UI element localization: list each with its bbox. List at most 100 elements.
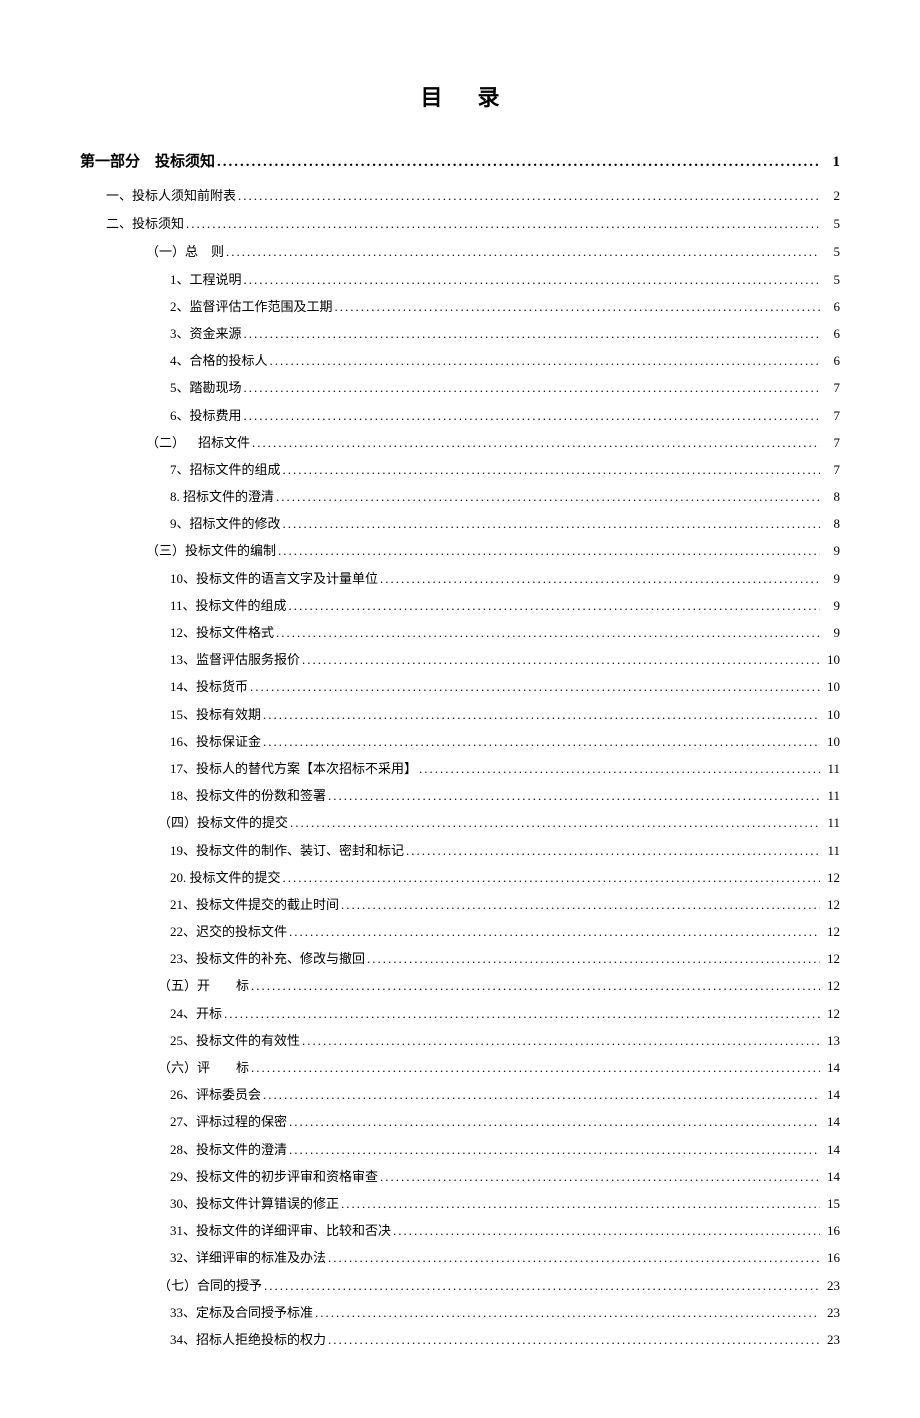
toc-entry-label: 一、投标人须知前附表 bbox=[106, 187, 236, 205]
toc-entry-page: 6 bbox=[822, 352, 840, 370]
toc-leader-dots bbox=[250, 678, 820, 696]
toc-entry: 3、资金来源6 bbox=[80, 325, 840, 343]
toc-entry-page: 11 bbox=[822, 760, 840, 778]
toc-entry-label: 2、监督评估工作范围及工期 bbox=[170, 298, 333, 316]
toc-leader-dots bbox=[244, 325, 820, 343]
toc-entry-label: 6、投标费用 bbox=[170, 407, 242, 425]
toc-entry-label: 17、投标人的替代方案【本次招标不采用】 bbox=[170, 760, 417, 778]
toc-entry-page: 7 bbox=[822, 434, 840, 452]
toc-entry: 31、投标文件的详细评审、比较和否决16 bbox=[80, 1222, 840, 1240]
toc-entry-page: 12 bbox=[822, 896, 840, 914]
toc-leader-dots bbox=[244, 271, 820, 289]
toc-entry-page: 10 bbox=[822, 706, 840, 724]
toc-entry-page: 9 bbox=[822, 542, 840, 560]
toc-leader-dots bbox=[264, 1277, 820, 1295]
toc-leader-dots bbox=[289, 923, 820, 941]
toc-entry-page: 11 bbox=[822, 787, 840, 805]
toc-entry-page: 14 bbox=[822, 1059, 840, 1077]
toc-entry-label: 29、投标文件的初步评审和资格审查 bbox=[170, 1168, 378, 1186]
toc-entry-page: 11 bbox=[822, 814, 840, 832]
toc-entry: 15、投标有效期 10 bbox=[80, 706, 840, 724]
toc-entry: 17、投标人的替代方案【本次招标不采用】 11 bbox=[80, 760, 840, 778]
toc-leader-dots bbox=[263, 1086, 820, 1104]
toc-entry: 6、投标费用7 bbox=[80, 407, 840, 425]
toc-entry: 32、详细评审的标准及办法16 bbox=[80, 1249, 840, 1267]
toc-entry-label: 3、资金来源 bbox=[170, 325, 242, 343]
toc-leader-dots bbox=[328, 1331, 820, 1349]
toc-entry: （五）开 标12 bbox=[80, 977, 840, 995]
toc-leader-dots bbox=[238, 187, 820, 205]
toc-leader-dots bbox=[252, 434, 820, 452]
toc-entry-page: 10 bbox=[822, 733, 840, 751]
toc-entry-label: （七）合同的授予 bbox=[158, 1277, 262, 1295]
toc-entry: （七）合同的授予23 bbox=[80, 1277, 840, 1295]
toc-entry-label: 28、投标文件的澄清 bbox=[170, 1141, 287, 1159]
toc-entry-label: 30、投标文件计算错误的修正 bbox=[170, 1195, 339, 1213]
toc-entry-page: 7 bbox=[822, 461, 840, 479]
toc-entry-page: 8 bbox=[822, 488, 840, 506]
toc-leader-dots bbox=[278, 542, 820, 560]
toc-entry-label: 15、投标有效期 bbox=[170, 706, 261, 724]
toc-entry-page: 12 bbox=[822, 923, 840, 941]
toc-entry-page: 8 bbox=[822, 515, 840, 533]
page-title: 目录 bbox=[80, 80, 840, 112]
toc-entry-label: （五）开 标 bbox=[158, 977, 249, 995]
toc-leader-dots bbox=[186, 215, 820, 233]
toc-leader-dots bbox=[244, 407, 820, 425]
toc-entry: 22、迟交的投标文件12 bbox=[80, 923, 840, 941]
toc-entry-page: 12 bbox=[822, 1005, 840, 1023]
toc-entry: 20. 投标文件的提交12 bbox=[80, 869, 840, 887]
toc-entry: 2、监督评估工作范围及工期 6 bbox=[80, 298, 840, 316]
toc-entry-label: 32、详细评审的标准及办法 bbox=[170, 1249, 326, 1267]
toc-entry: 26、评标委员会14 bbox=[80, 1086, 840, 1104]
toc-leader-dots bbox=[328, 1249, 820, 1267]
toc-leader-dots bbox=[226, 243, 820, 261]
toc-entry: 7、招标文件的组成7 bbox=[80, 461, 840, 479]
toc-entry-page: 5 bbox=[822, 215, 840, 233]
toc-entry-label: （四）投标文件的提交 bbox=[158, 814, 288, 832]
toc-entry-label: 24、开标 bbox=[170, 1005, 222, 1023]
toc-entry-label: 25、投标文件的有效性 bbox=[170, 1032, 300, 1050]
toc-leader-dots bbox=[251, 977, 820, 995]
toc-entry: 4、合格的投标人6 bbox=[80, 352, 840, 370]
toc-entry: 5、踏勘现场7 bbox=[80, 379, 840, 397]
toc-entry-label: 21、投标文件提交的截止时间 bbox=[170, 896, 339, 914]
toc-entry-page: 1 bbox=[822, 152, 840, 173]
toc-entry: 18、投标文件的份数和签署11 bbox=[80, 787, 840, 805]
toc-entry-page: 2 bbox=[822, 187, 840, 205]
toc-entry-label: （二） 招标文件 bbox=[146, 434, 250, 452]
toc-entry: （二） 招标文件 7 bbox=[80, 434, 840, 452]
toc-leader-dots bbox=[283, 869, 820, 887]
toc-entry: 33、定标及合同授予标准 23 bbox=[80, 1304, 840, 1322]
toc-entry-label: 33、定标及合同授予标准 bbox=[170, 1304, 313, 1322]
toc-entry: 11、投标文件的组成9 bbox=[80, 597, 840, 615]
toc-leader-dots bbox=[289, 1113, 820, 1131]
toc-leader-dots bbox=[290, 814, 820, 832]
toc-entry: 29、投标文件的初步评审和资格审查14 bbox=[80, 1168, 840, 1186]
toc-entry-page: 23 bbox=[822, 1304, 840, 1322]
toc-leader-dots bbox=[276, 624, 820, 642]
toc-entry: 9、招标文件的修改8 bbox=[80, 515, 840, 533]
toc-entry-label: 第一部分 投标须知 bbox=[80, 152, 215, 173]
toc-entry: 第一部分 投标须知 1 bbox=[80, 152, 840, 173]
toc-leader-dots bbox=[328, 787, 820, 805]
toc-entry: 一、投标人须知前附表 2 bbox=[80, 187, 840, 205]
toc-leader-dots bbox=[315, 1304, 820, 1322]
toc-entry-label: 31、投标文件的详细评审、比较和否决 bbox=[170, 1222, 391, 1240]
toc-leader-dots bbox=[270, 352, 820, 370]
toc-entry: （三）投标文件的编制9 bbox=[80, 542, 840, 560]
toc-leader-dots bbox=[289, 597, 820, 615]
toc-entry-label: 14、投标货币 bbox=[170, 678, 248, 696]
toc-entry-label: 二、投标须知 bbox=[106, 215, 184, 233]
toc-entry-page: 6 bbox=[822, 298, 840, 316]
toc-entry: 8. 招标文件的澄清8 bbox=[80, 488, 840, 506]
toc-leader-dots bbox=[251, 1059, 820, 1077]
toc-entry: 28、投标文件的澄清14 bbox=[80, 1141, 840, 1159]
toc-entry: 27、评标过程的保密14 bbox=[80, 1113, 840, 1131]
toc-entry: 13、监督评估服务报价10 bbox=[80, 651, 840, 669]
toc-entry-label: 11、投标文件的组成 bbox=[170, 597, 287, 615]
toc-entry-page: 9 bbox=[822, 624, 840, 642]
toc-entry-page: 5 bbox=[822, 243, 840, 261]
toc-leader-dots bbox=[367, 950, 820, 968]
toc-entry: （一）总 则5 bbox=[80, 243, 840, 261]
